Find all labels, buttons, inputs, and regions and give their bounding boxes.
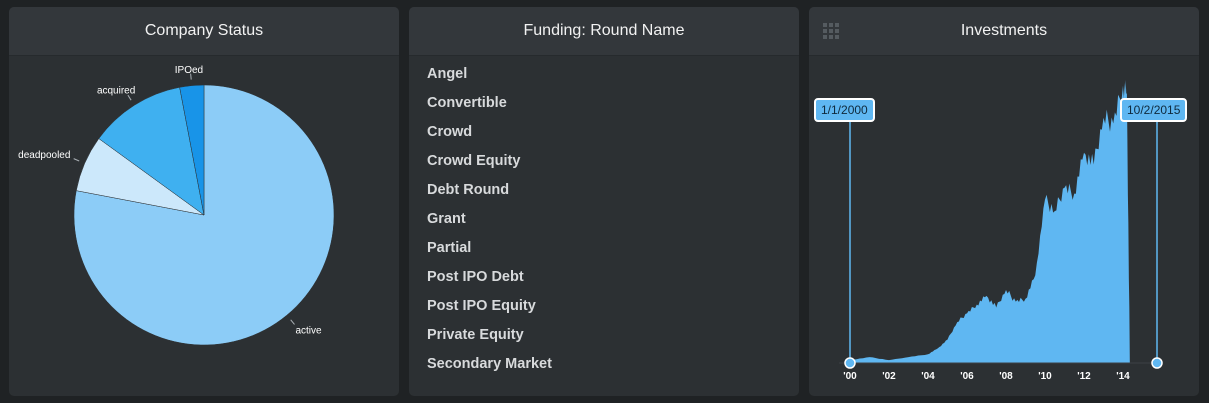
funding-round-title: Funding: Round Name — [523, 22, 685, 39]
x-tick-label: '06 — [960, 371, 974, 382]
drag-grid-icon[interactable] — [823, 23, 843, 43]
range-end-handle[interactable] — [1151, 357, 1163, 369]
funding-round-item[interactable]: Convertible — [409, 89, 799, 118]
investments-header: Investments — [809, 7, 1199, 56]
funding-round-item[interactable]: Private Equity — [409, 321, 799, 350]
x-tick-label: '02 — [882, 371, 896, 382]
funding-round-item[interactable]: Secondary Market — [409, 350, 799, 379]
funding-round-item[interactable]: Grant — [409, 205, 799, 234]
funding-round-item[interactable]: Angel — [409, 60, 799, 89]
investments-panel: Investments '00 '02 '04 '06 '08 '10 '12 '14 1/1… — [809, 7, 1199, 396]
funding-round-item[interactable]: Post IPO Equity — [409, 292, 799, 321]
x-tick-label: '04 — [921, 371, 935, 382]
funding-round-item[interactable]: Post IPO Debt — [409, 263, 799, 292]
company-status-title: Company Status — [144, 22, 264, 39]
x-tick-label: '12 — [1077, 371, 1091, 382]
funding-round-item[interactable]: Debt Round — [409, 176, 799, 205]
pie-label-leader — [290, 319, 295, 325]
pie-label-active: active — [295, 326, 322, 337]
funding-round-item[interactable]: Crowd — [409, 118, 799, 147]
funding-round-panel: Funding: Round Name Angel Convertible Crow… — [409, 7, 799, 396]
pie-label-acquired: acquired — [97, 85, 135, 96]
range-start-handle[interactable] — [844, 357, 856, 369]
x-tick-label: '14 — [1116, 371, 1130, 382]
x-tick-label: '10 — [1038, 371, 1052, 382]
x-tick-label: '08 — [999, 371, 1013, 382]
pie-label-leader — [73, 158, 80, 162]
funding-round-list: Angel Convertible Crowd Crowd Equity Debt Ro… — [409, 60, 799, 379]
pie-label-deadpooled: deadpooled — [18, 150, 70, 161]
funding-round-header: Funding: Round Name — [409, 7, 799, 56]
funding-round-item[interactable]: Partial — [409, 234, 799, 263]
range-start-label[interactable]: 1/1/2000 — [814, 98, 875, 122]
pie-label-ipoed: IPOed — [175, 65, 203, 76]
funding-round-item[interactable]: Crowd Equity — [409, 147, 799, 176]
company-status-header: Company Status — [9, 7, 399, 56]
company-status-pie-chart: active deadpooled acquired IPOed — [18, 65, 335, 346]
range-end-label[interactable]: 10/2/2015 — [1120, 98, 1188, 122]
investments-area-series — [850, 80, 1130, 363]
investments-title: Investments — [960, 22, 1048, 39]
company-status-panel: Company Status active deadpooled acquired I… — [9, 7, 399, 396]
x-tick-label: '00 — [843, 371, 857, 382]
